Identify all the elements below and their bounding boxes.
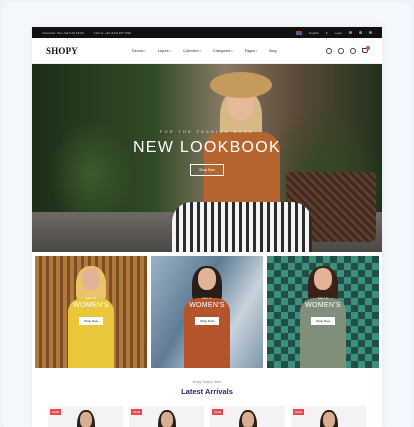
section-subtitle: Shopy Today's Items xyxy=(192,380,222,384)
main-menu: Demos Layout Collection Categories Pages… xyxy=(132,49,326,53)
menu-item-blog[interactable]: Blog xyxy=(269,49,276,53)
cart-badge xyxy=(366,46,370,50)
site-logo[interactable]: SHOPY xyxy=(46,46,132,56)
category-banners: Sale Up WOMEN'S Shop Now New In WOMEN'S … xyxy=(32,252,382,368)
flag-icon xyxy=(296,30,303,35)
website-preview: Subscribe: Mon-Sat 9:00-18:00 Call Us: +… xyxy=(32,27,382,427)
banner-small-text: New In xyxy=(202,296,212,300)
banner-title: WOMEN'S xyxy=(189,302,225,309)
heart-icon[interactable] xyxy=(350,47,356,54)
product-grid: SALE SALE SALE SALE xyxy=(32,396,382,427)
instagram-icon[interactable] xyxy=(369,31,372,34)
banner-small-text: Sale Up xyxy=(85,296,97,300)
sale-badge: SALE xyxy=(293,409,305,415)
search-icon[interactable] xyxy=(326,47,332,54)
category-banner-2[interactable]: New In WOMEN'S Shop Now xyxy=(151,256,263,368)
topbar-email: Subscribe: Mon-Sat 9:00-18:00 xyxy=(42,30,84,35)
hero-title: NEW LOOKBOOK xyxy=(132,139,282,156)
banner-title: WOMEN'S xyxy=(73,302,109,309)
menu-item-demos[interactable]: Demos xyxy=(132,49,146,53)
section-title: Latest Arrivals xyxy=(181,387,233,396)
category-banner-1[interactable]: Sale Up WOMEN'S Shop Now xyxy=(35,256,147,368)
sale-badge: SALE xyxy=(131,409,143,415)
banner-shop-now-button[interactable]: Shop Now xyxy=(79,317,103,325)
cart-icon[interactable] xyxy=(362,46,370,53)
banner-title: WOMEN'S xyxy=(305,302,341,309)
twitter-icon[interactable] xyxy=(359,31,362,34)
hero-banner: FOR THE FASHION WEEK NEW LOOKBOOK Shop N… xyxy=(32,64,382,252)
banner-shop-now-button[interactable]: Shop Now xyxy=(195,317,219,325)
banner-shop-now-button[interactable]: Shop Now xyxy=(311,317,335,325)
latest-arrivals-section: Shopy Today's Items Latest Arrivals xyxy=(32,368,382,396)
main-nav: SHOPY Demos Layout Collection Categories… xyxy=(32,38,382,64)
currency-select[interactable]: $ xyxy=(326,31,328,35)
product-card[interactable]: SALE xyxy=(129,406,204,427)
sale-badge: SALE xyxy=(212,409,224,415)
sale-badge: SALE xyxy=(50,409,62,415)
login-link[interactable]: Login xyxy=(335,31,342,35)
product-card[interactable]: SALE xyxy=(291,406,366,427)
hero-subtitle: FOR THE FASHION WEEK xyxy=(159,130,255,134)
user-icon[interactable] xyxy=(338,47,344,54)
menu-item-layout[interactable]: Layout xyxy=(158,49,171,53)
banner-small-text: Sale Up xyxy=(317,296,329,300)
menu-item-collection[interactable]: Collection xyxy=(183,49,201,53)
menu-item-pages[interactable]: Pages xyxy=(245,49,258,53)
top-bar: Subscribe: Mon-Sat 9:00-18:00 Call Us: +… xyxy=(32,27,382,38)
topbar-phone: Call Us: +00 (123) 456 7890 xyxy=(93,30,132,35)
category-banner-3[interactable]: Sale Up WOMEN'S Shop Now xyxy=(267,256,379,368)
hero-shop-now-button[interactable]: Shop Now xyxy=(190,164,224,176)
menu-item-categories[interactable]: Categories xyxy=(213,49,233,53)
product-card[interactable]: SALE xyxy=(210,406,285,427)
language-select[interactable]: English xyxy=(309,31,319,35)
product-card[interactable]: SALE xyxy=(48,406,123,427)
facebook-icon[interactable] xyxy=(349,31,352,34)
